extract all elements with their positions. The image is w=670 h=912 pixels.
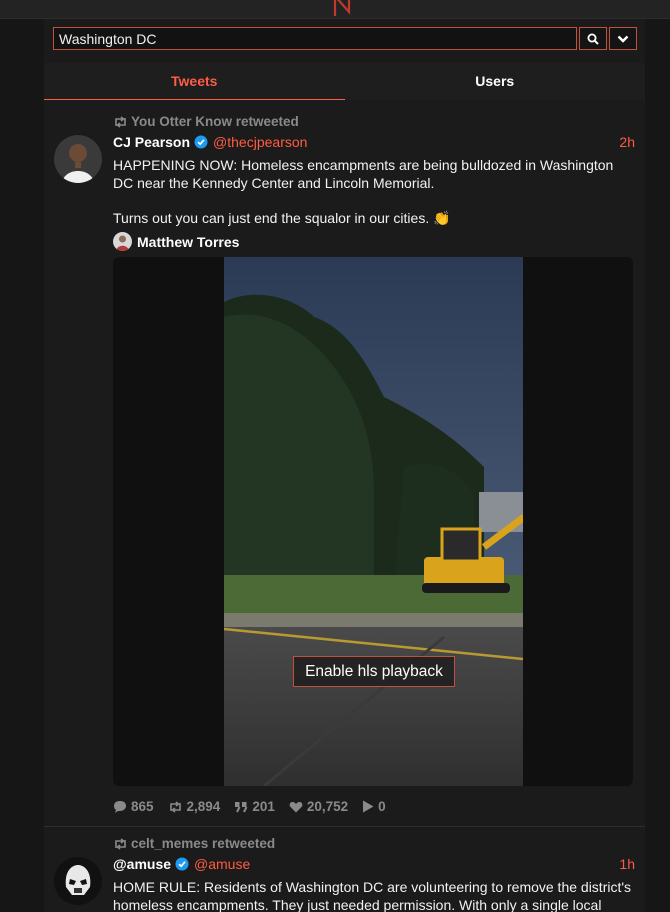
quoted-author-avatar bbox=[113, 232, 132, 251]
verified-icon bbox=[194, 135, 208, 149]
like-action[interactable]: 20,752 bbox=[289, 799, 348, 814]
quote-action[interactable]: 201 bbox=[234, 799, 275, 814]
tweet[interactable]: celt_memes retweeted @amuse @amuse 1h HO… bbox=[44, 828, 645, 912]
verified-icon bbox=[175, 857, 189, 871]
video-frame[interactable] bbox=[224, 257, 523, 786]
chevron-down-icon bbox=[617, 35, 629, 43]
search-button[interactable] bbox=[579, 27, 607, 50]
top-bar bbox=[0, 0, 670, 19]
avatar[interactable] bbox=[54, 135, 102, 183]
avatar[interactable] bbox=[54, 857, 102, 905]
tweet-header: @amuse @amuse 1h bbox=[113, 856, 635, 872]
like-count: 20,752 bbox=[306, 799, 349, 814]
author-handle[interactable]: @thecjpearson bbox=[213, 134, 307, 150]
author-name[interactable]: @amuse bbox=[113, 856, 171, 872]
video-player[interactable]: Enable hls playback bbox=[113, 257, 633, 786]
heart-icon bbox=[289, 801, 303, 812]
reply-count: 865 bbox=[131, 799, 154, 814]
retweet-icon bbox=[169, 800, 181, 813]
view-count: 0 bbox=[378, 799, 386, 814]
views-action[interactable]: 0 bbox=[362, 799, 386, 814]
retweet-icon bbox=[115, 837, 126, 850]
retweeted-by-label[interactable]: celt_memes retweeted bbox=[131, 836, 275, 851]
tweet-header: CJ Pearson @thecjpearson 2h bbox=[113, 134, 635, 150]
tweet-text: HAPPENING NOW: Homeless encampments are … bbox=[113, 157, 614, 191]
retweet-icon bbox=[115, 115, 126, 128]
retweet-indicator: You Otter Know retweeted bbox=[113, 114, 299, 129]
reply-action[interactable]: 865 bbox=[113, 799, 154, 814]
retweet-count: 2,894 bbox=[186, 799, 221, 814]
tweet-actions: 865 2,894 201 20,752 0 bbox=[113, 799, 386, 814]
reply-icon bbox=[114, 801, 126, 813]
tweet-time[interactable]: 2h bbox=[619, 134, 635, 150]
enable-hls-playback-button[interactable]: Enable hls playback bbox=[293, 656, 455, 687]
search-bar bbox=[53, 27, 637, 50]
quote-icon bbox=[235, 801, 248, 812]
search-options-button[interactable] bbox=[609, 27, 637, 50]
main-column: Tweets Users You Otter Know retweeted CJ… bbox=[44, 19, 645, 912]
tweet[interactable]: You Otter Know retweeted CJ Pearson @the… bbox=[44, 107, 645, 827]
logo-icon[interactable] bbox=[332, 0, 358, 16]
tweet-time[interactable]: 1h bbox=[619, 856, 635, 872]
retweet-action[interactable]: 2,894 bbox=[168, 799, 221, 814]
search-icon bbox=[587, 33, 599, 45]
quoted-author-name: Matthew Torres bbox=[137, 233, 240, 250]
tweet-text: Turns out you can just end the squalor i… bbox=[113, 210, 451, 226]
author-handle[interactable]: @amuse bbox=[194, 856, 250, 872]
quoted-author[interactable]: Matthew Torres bbox=[113, 232, 239, 251]
tab-bar: Tweets Users bbox=[44, 63, 645, 100]
search-input[interactable] bbox=[53, 27, 577, 50]
quote-count: 201 bbox=[252, 799, 275, 814]
tab-tweets[interactable]: Tweets bbox=[44, 63, 345, 100]
tweet-text: HOME RULE: Residents of Washington DC ar… bbox=[113, 879, 632, 912]
tab-users[interactable]: Users bbox=[345, 63, 646, 100]
retweeted-by-label[interactable]: You Otter Know retweeted bbox=[131, 114, 299, 129]
retweet-indicator: celt_memes retweeted bbox=[113, 836, 275, 851]
author-name[interactable]: CJ Pearson bbox=[113, 134, 190, 150]
play-icon bbox=[363, 800, 374, 813]
